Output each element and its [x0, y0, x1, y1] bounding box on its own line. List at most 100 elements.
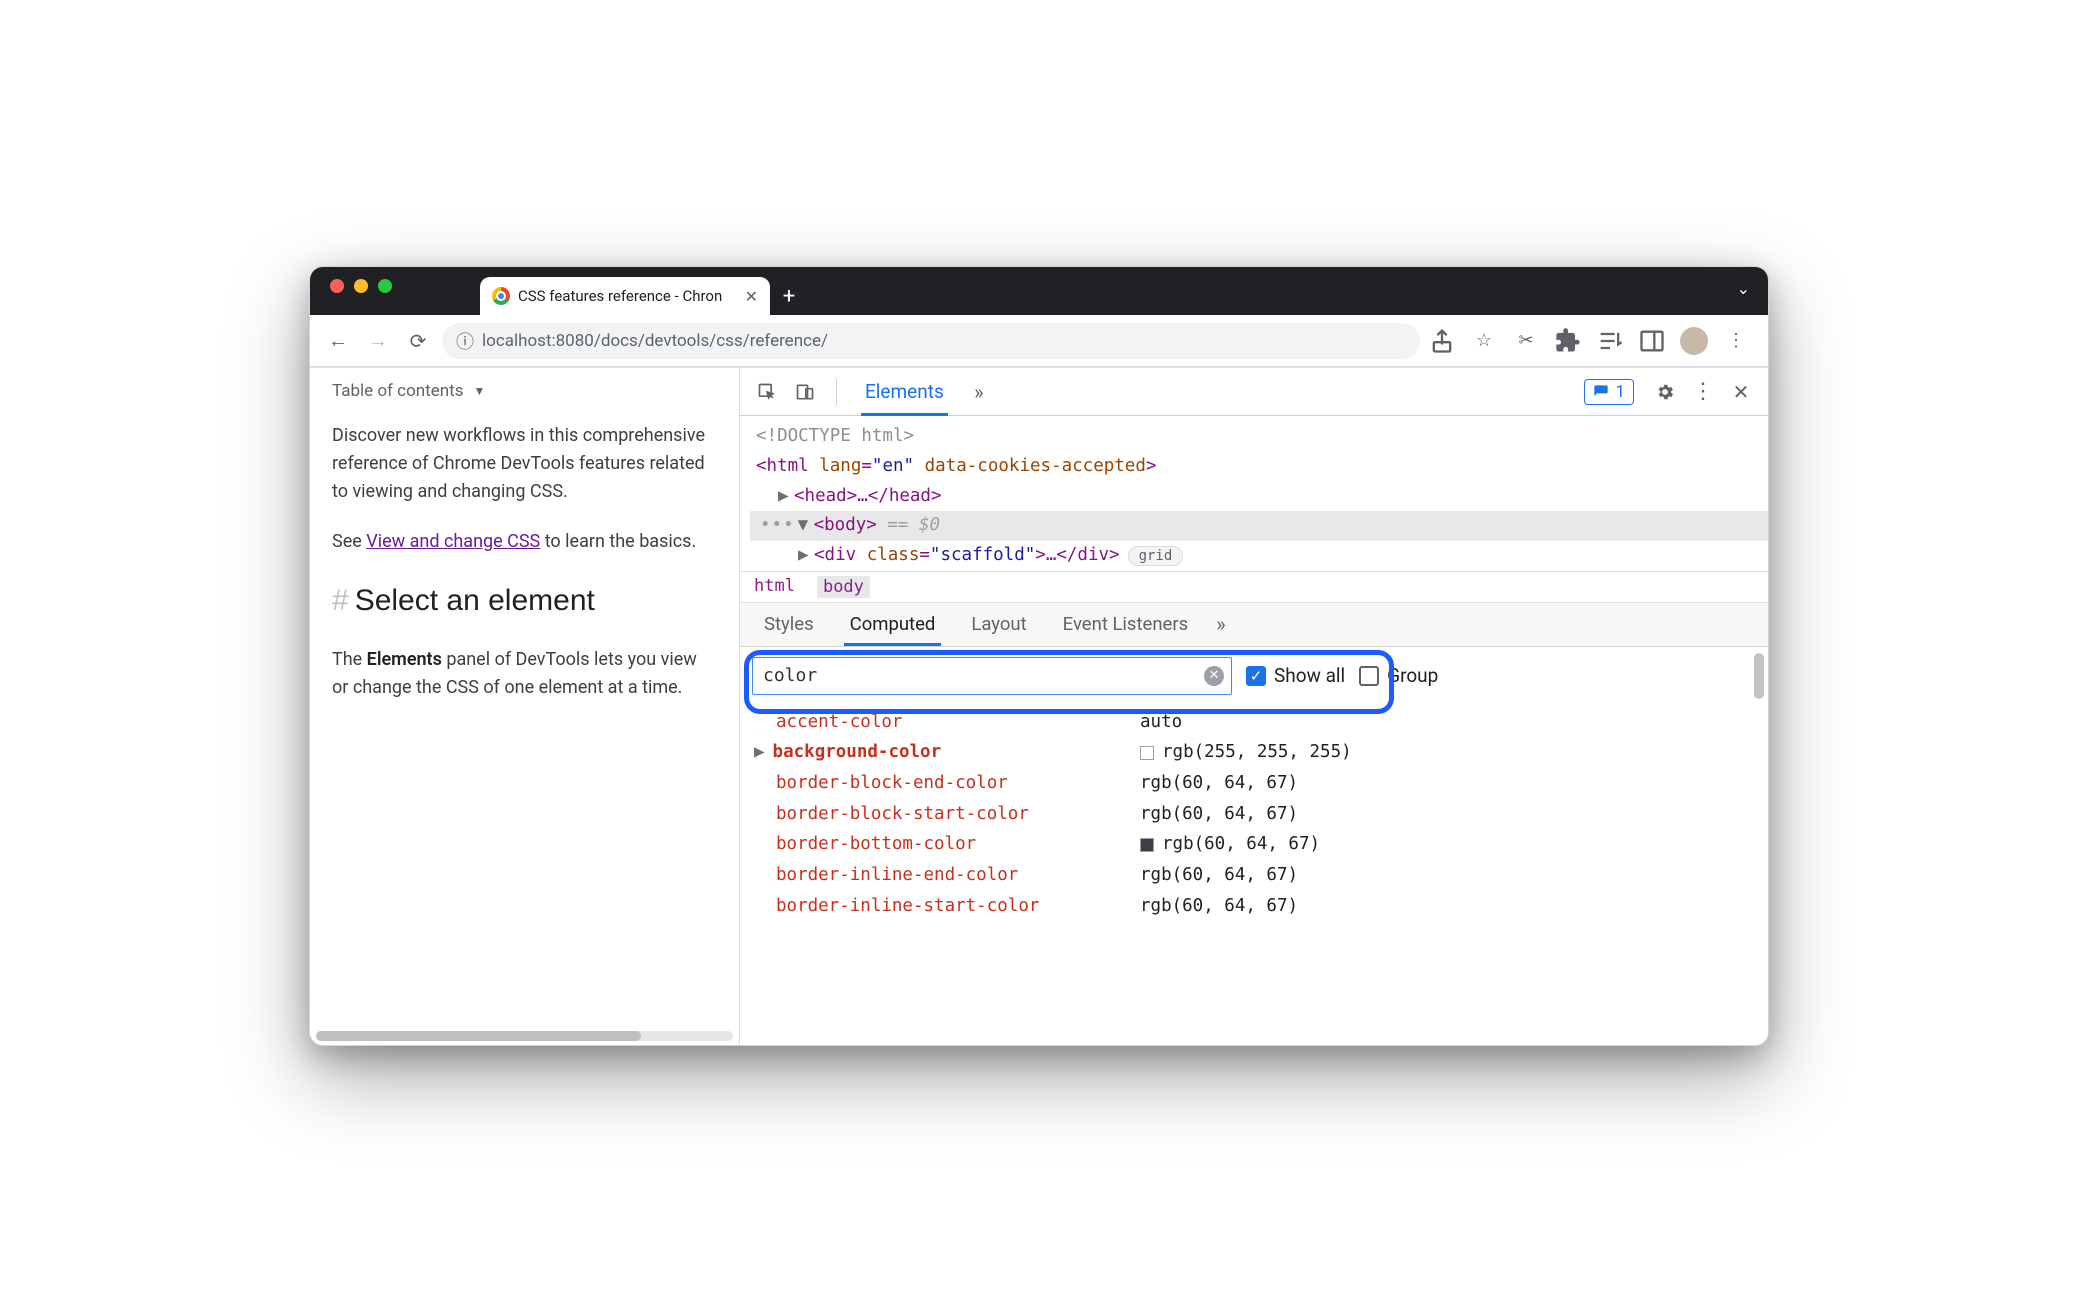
- toolbar-actions: ☆ ✂ ⋮: [1428, 327, 1756, 355]
- computed-row[interactable]: border-block-end-colorrgb(60, 64, 67): [740, 768, 1768, 799]
- device-toolbar-icon[interactable]: [788, 375, 822, 409]
- browser-window: CSS features reference - Chron ✕ + ⌄ ← →…: [309, 266, 1769, 1046]
- tab-strip: CSS features reference - Chron ✕ + ⌄: [310, 267, 1768, 315]
- computed-row[interactable]: border-inline-start-colorrgb(60, 64, 67): [740, 891, 1768, 922]
- browser-tab[interactable]: CSS features reference - Chron ✕: [480, 277, 770, 315]
- see-prefix: See: [332, 531, 366, 552]
- chrome-menu-icon[interactable]: ⋮: [1722, 327, 1750, 355]
- computed-row[interactable]: border-block-start-colorrgb(60, 64, 67): [740, 799, 1768, 830]
- computed-property: accent-color: [740, 707, 1140, 738]
- toc-label: Table of contents: [332, 378, 463, 404]
- section-heading: #Select an element: [332, 578, 717, 625]
- dom-tree[interactable]: <!DOCTYPE html> <html lang="en" data-coo…: [740, 416, 1768, 571]
- close-tab-icon[interactable]: ✕: [745, 287, 758, 306]
- expand-arrow-icon[interactable]: ▶: [778, 482, 792, 512]
- color-swatch-icon[interactable]: [1140, 746, 1154, 760]
- checkbox-unchecked-icon: [1359, 666, 1379, 686]
- settings-gear-icon[interactable]: [1648, 375, 1682, 409]
- html-element[interactable]: <html lang="en" data-cookies-accepted>: [750, 452, 1768, 482]
- computed-property: ▶background-color: [740, 737, 1140, 768]
- view-change-css-link[interactable]: View and change CSS: [366, 531, 540, 552]
- show-all-checkbox[interactable]: ✓ Show all: [1246, 664, 1345, 687]
- maximize-window-icon[interactable]: [378, 279, 392, 293]
- computed-property: border-inline-start-color: [740, 891, 1140, 922]
- chrome-favicon-icon: [492, 287, 510, 305]
- devtools-panel: Elements » 1 ⋮ ✕ <!DOCTYPE html> <html l…: [740, 368, 1768, 1045]
- toc-toggle[interactable]: Table of contents ▼: [332, 378, 717, 404]
- more-subtabs-icon[interactable]: »: [1216, 612, 1225, 636]
- collapse-arrow-icon[interactable]: ▼: [798, 511, 812, 541]
- color-swatch-icon[interactable]: [1140, 838, 1154, 852]
- profile-avatar[interactable]: [1680, 327, 1708, 355]
- side-panel-icon[interactable]: [1638, 327, 1666, 355]
- vertical-scrollbar[interactable]: [1754, 653, 1764, 699]
- forward-button[interactable]: →: [362, 325, 394, 357]
- computed-value: rgb(60, 64, 67): [1140, 799, 1298, 830]
- tab-title: CSS features reference - Chron: [518, 287, 737, 305]
- computed-property: border-bottom-color: [740, 829, 1140, 860]
- computed-value: rgb(60, 64, 67): [1140, 829, 1320, 860]
- expand-arrow-icon[interactable]: ▶: [754, 742, 765, 762]
- toolbar-separator: [836, 379, 837, 405]
- doctype-node: <!DOCTYPE html>: [756, 426, 914, 446]
- group-checkbox[interactable]: Group: [1359, 664, 1438, 687]
- issues-badge[interactable]: 1: [1584, 379, 1634, 405]
- share-icon[interactable]: [1428, 327, 1456, 355]
- content-split: Table of contents ▼ Discover new workflo…: [310, 367, 1768, 1045]
- inspect-element-icon[interactable]: [750, 375, 784, 409]
- expand-arrow-icon[interactable]: ▶: [798, 541, 812, 571]
- heading-text: Select an element: [355, 584, 595, 617]
- see-paragraph: See View and change CSS to learn the bas…: [332, 528, 717, 556]
- devtools-menu-icon[interactable]: ⋮: [1686, 375, 1720, 409]
- computed-row[interactable]: border-inline-end-colorrgb(60, 64, 67): [740, 860, 1768, 891]
- computed-property: border-inline-end-color: [740, 860, 1140, 891]
- url-host: localhost:8080/docs/devtools/css/referen…: [482, 331, 828, 351]
- computed-row[interactable]: ▶background-colorrgb(255, 255, 255): [740, 737, 1768, 768]
- tab-elements[interactable]: Elements: [851, 368, 958, 416]
- div-element[interactable]: ▶<div class="scaffold">…</div>grid: [750, 541, 1768, 571]
- subtab-styles[interactable]: Styles: [746, 602, 832, 646]
- ellipsis-icon[interactable]: •••: [760, 515, 795, 535]
- address-bar[interactable]: ⓘ localhost:8080/docs/devtools/css/refer…: [442, 323, 1420, 359]
- bookmark-icon[interactable]: ☆: [1470, 327, 1498, 355]
- computed-value: rgb(60, 64, 67): [1140, 860, 1298, 891]
- extensions-icon[interactable]: [1554, 327, 1582, 355]
- clear-filter-icon[interactable]: ✕: [1204, 666, 1224, 686]
- crumb-body[interactable]: body: [817, 576, 870, 598]
- layout-badge[interactable]: grid: [1128, 546, 1184, 566]
- computed-filter-row: ✕ ✓ Show all Group: [740, 647, 1768, 705]
- scissors-icon[interactable]: ✂: [1512, 327, 1540, 355]
- close-window-icon[interactable]: [330, 279, 344, 293]
- tabs-overflow-icon[interactable]: ⌄: [1737, 279, 1750, 298]
- computed-value: rgb(255, 255, 255): [1140, 737, 1352, 768]
- computed-row[interactable]: border-bottom-colorrgb(60, 64, 67): [740, 829, 1768, 860]
- filter-input[interactable]: [752, 657, 1232, 695]
- reading-list-icon[interactable]: [1596, 327, 1624, 355]
- subtab-event-listeners[interactable]: Event Listeners: [1045, 602, 1207, 646]
- group-label: Group: [1387, 664, 1438, 687]
- new-tab-button[interactable]: +: [770, 277, 808, 315]
- more-tabs-icon[interactable]: »: [962, 375, 996, 409]
- chevron-down-icon: ▼: [473, 382, 485, 401]
- subtab-computed[interactable]: Computed: [832, 602, 954, 646]
- crumb-html[interactable]: html: [754, 576, 795, 598]
- horizontal-scrollbar[interactable]: [316, 1031, 733, 1041]
- anchor-hash[interactable]: #: [332, 584, 349, 617]
- close-devtools-icon[interactable]: ✕: [1724, 375, 1758, 409]
- reload-button[interactable]: ⟳: [402, 325, 434, 357]
- computed-property: border-block-end-color: [740, 768, 1140, 799]
- body-element-selected[interactable]: •••▼<body> == $0: [750, 511, 1768, 541]
- minimize-window-icon[interactable]: [354, 279, 368, 293]
- scrollbar-thumb[interactable]: [316, 1031, 641, 1041]
- computed-properties-list: accent-colorauto▶background-colorrgb(255…: [740, 705, 1768, 1045]
- subtab-layout[interactable]: Layout: [953, 602, 1044, 646]
- body-strong: Elements: [367, 649, 442, 670]
- computed-row[interactable]: accent-colorauto: [740, 707, 1768, 738]
- computed-value: auto: [1140, 707, 1182, 738]
- site-info-icon[interactable]: ⓘ: [456, 328, 474, 354]
- back-button[interactable]: ←: [322, 325, 354, 357]
- head-element[interactable]: ▶<head>…</head>: [750, 482, 1768, 512]
- scope-indicator: == $0: [877, 515, 940, 535]
- body-paragraph: The Elements panel of DevTools lets you …: [332, 646, 717, 702]
- issues-count: 1: [1615, 382, 1625, 402]
